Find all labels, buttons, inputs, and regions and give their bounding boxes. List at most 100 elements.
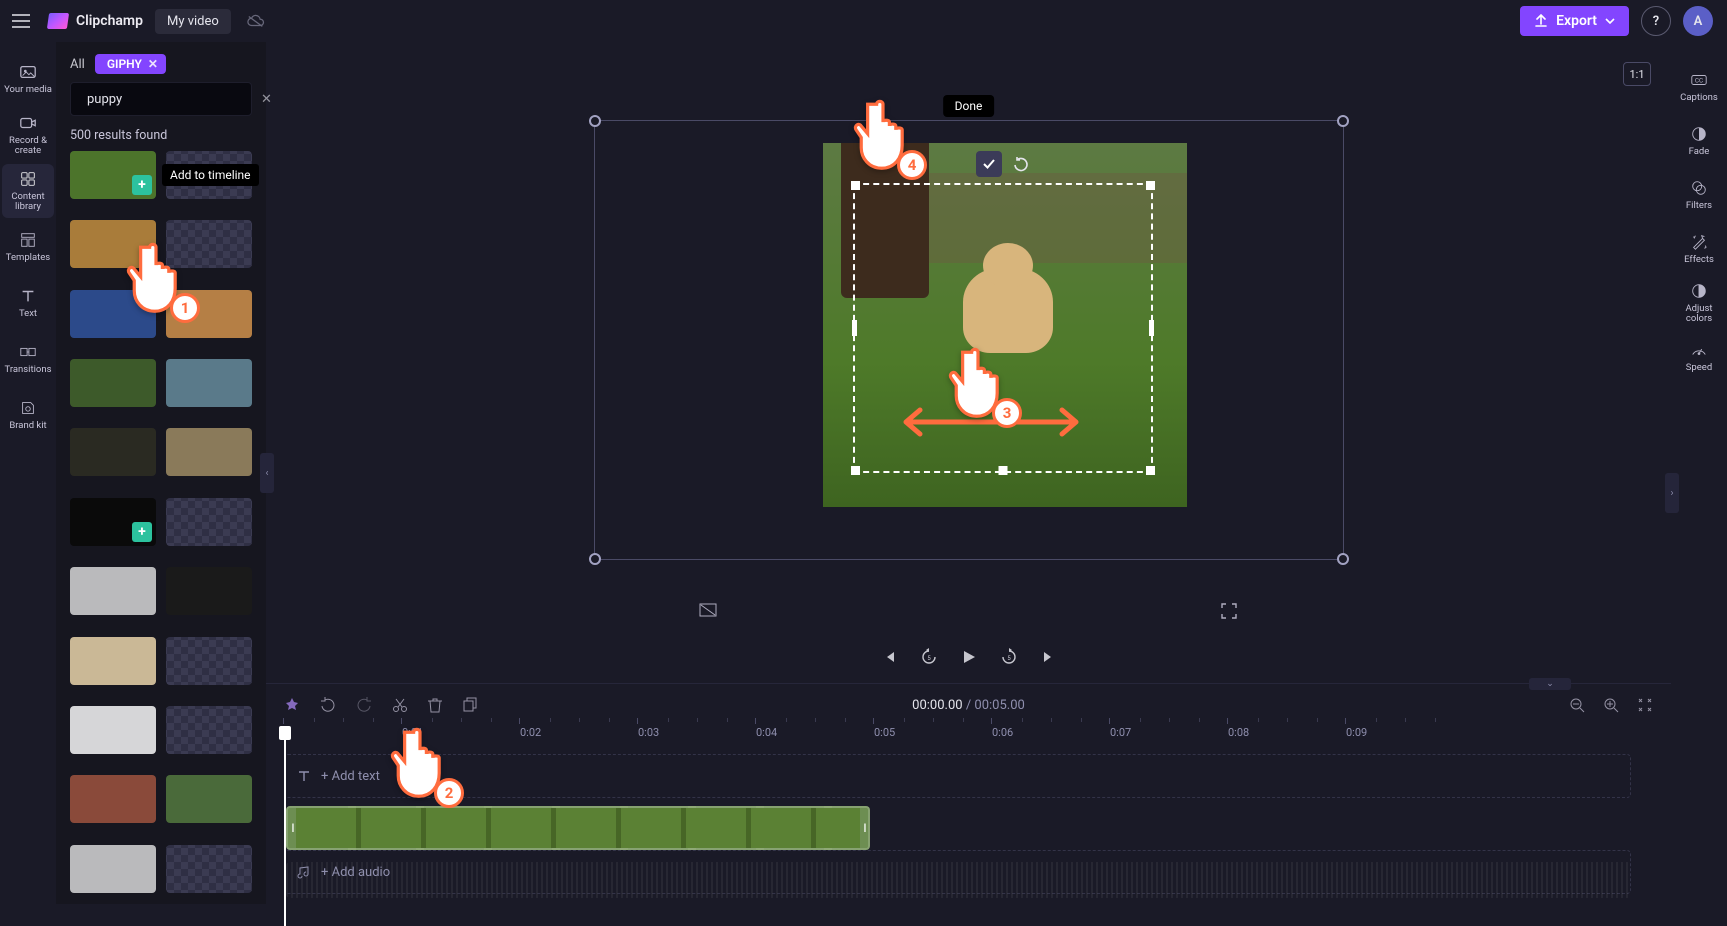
svg-text:5: 5 bbox=[927, 655, 931, 662]
result-thumb[interactable] bbox=[166, 637, 252, 685]
rr-adjust-colors[interactable]: Adjust colors bbox=[1673, 278, 1725, 328]
crop-handle[interactable] bbox=[852, 320, 857, 336]
filters-icon bbox=[1690, 179, 1708, 197]
canvas-frame[interactable]: Done bbox=[594, 120, 1344, 560]
check-icon bbox=[982, 157, 996, 171]
resize-handle[interactable] bbox=[589, 553, 601, 565]
templates-icon bbox=[19, 231, 37, 249]
audio-waveform bbox=[286, 862, 1631, 898]
result-thumb[interactable] bbox=[166, 290, 252, 338]
resize-handle[interactable] bbox=[1337, 553, 1349, 565]
result-thumb[interactable] bbox=[70, 775, 156, 823]
crop-handle[interactable] bbox=[1146, 466, 1155, 475]
upload-icon bbox=[1534, 14, 1548, 28]
timeline: ⌄ 00:00.00 / 00:05.00 00:010 bbox=[266, 683, 1671, 904]
play-button[interactable] bbox=[959, 647, 979, 667]
result-thumb[interactable] bbox=[166, 428, 252, 476]
collapse-panel-button[interactable]: ‹ bbox=[260, 453, 274, 493]
fullscreen-button[interactable] bbox=[1219, 601, 1239, 621]
rail-text[interactable]: Text bbox=[2, 276, 54, 330]
export-button[interactable]: Export bbox=[1520, 6, 1629, 36]
resize-handle[interactable] bbox=[589, 115, 601, 127]
result-thumb[interactable] bbox=[166, 845, 252, 893]
add-to-timeline-button[interactable]: + bbox=[132, 522, 152, 542]
result-thumb[interactable]: + bbox=[70, 498, 156, 546]
crop-handle[interactable] bbox=[1149, 320, 1154, 336]
timeline-ruler[interactable]: 00:010:020:030:040:050:060:070:080:09 bbox=[284, 726, 1671, 754]
collapse-right-rail-button[interactable]: › bbox=[1665, 473, 1679, 513]
result-thumb[interactable] bbox=[70, 428, 156, 476]
resize-handle[interactable] bbox=[1337, 115, 1349, 127]
rr-speed[interactable]: Speed bbox=[1673, 332, 1725, 382]
result-thumb[interactable] bbox=[70, 637, 156, 685]
next-frame-button[interactable] bbox=[1039, 647, 1059, 667]
result-thumb[interactable] bbox=[166, 775, 252, 823]
rail-your-media[interactable]: Your media bbox=[2, 52, 54, 106]
split-button[interactable] bbox=[392, 697, 408, 713]
crop-rectangle[interactable] bbox=[853, 183, 1153, 473]
skip-fwd-5-button[interactable]: 5 bbox=[999, 647, 1019, 667]
text-track[interactable]: + Add text bbox=[284, 754, 1631, 798]
result-thumb[interactable] bbox=[166, 498, 252, 546]
playhead[interactable] bbox=[284, 726, 286, 926]
redo-button[interactable] bbox=[356, 697, 372, 713]
prev-frame-button[interactable] bbox=[879, 647, 899, 667]
result-thumb[interactable] bbox=[70, 220, 156, 268]
auto-layout-button[interactable] bbox=[284, 697, 300, 713]
undo-button[interactable] bbox=[320, 697, 336, 713]
clip-trim-right[interactable]: || bbox=[860, 808, 868, 848]
crop-revert-button[interactable] bbox=[1008, 151, 1034, 177]
zoom-in-button[interactable] bbox=[1603, 697, 1619, 713]
close-icon[interactable]: ✕ bbox=[148, 57, 158, 71]
preview-clip[interactable] bbox=[823, 143, 1187, 507]
app-name: Clipchamp bbox=[76, 13, 143, 29]
preview-stage: 1:1 Done bbox=[266, 42, 1671, 637]
rr-fade[interactable]: Fade bbox=[1673, 116, 1725, 166]
duplicate-button[interactable] bbox=[462, 697, 478, 713]
crop-handle[interactable] bbox=[851, 181, 860, 190]
crop-confirm-button[interactable] bbox=[976, 151, 1002, 177]
rr-captions[interactable]: CCCaptions bbox=[1673, 62, 1725, 112]
result-thumb[interactable] bbox=[70, 706, 156, 754]
filter-chip-giphy[interactable]: GIPHY ✕ bbox=[95, 54, 166, 74]
aspect-ratio-chip[interactable]: 1:1 bbox=[1623, 62, 1651, 86]
delete-button[interactable] bbox=[428, 697, 442, 713]
ruler-tick: 0:06 bbox=[992, 726, 1013, 739]
skip-back-5-button[interactable]: 5 bbox=[919, 647, 939, 667]
rail-record-create[interactable]: Record & create bbox=[2, 108, 54, 162]
menu-button[interactable] bbox=[6, 6, 36, 36]
result-thumb[interactable] bbox=[70, 567, 156, 615]
result-thumb[interactable] bbox=[70, 290, 156, 338]
rail-content-library[interactable]: Content library bbox=[2, 164, 54, 218]
result-thumb[interactable] bbox=[166, 220, 252, 268]
result-thumb[interactable] bbox=[166, 359, 252, 407]
rail-templates[interactable]: Templates bbox=[2, 220, 54, 274]
result-thumb[interactable] bbox=[166, 567, 252, 615]
crop-handle[interactable] bbox=[998, 466, 1007, 475]
result-thumb[interactable] bbox=[70, 359, 156, 407]
result-thumb[interactable] bbox=[70, 845, 156, 893]
detach-button[interactable] bbox=[698, 601, 718, 621]
filter-all[interactable]: All bbox=[70, 57, 85, 72]
add-to-timeline-button[interactable]: + bbox=[132, 175, 152, 195]
result-thumb[interactable] bbox=[166, 706, 252, 754]
rr-filters[interactable]: Filters bbox=[1673, 170, 1725, 220]
rr-effects[interactable]: Effects bbox=[1673, 224, 1725, 274]
help-button[interactable]: ? bbox=[1641, 6, 1671, 36]
timeline-clip[interactable]: || || bbox=[286, 806, 870, 850]
crop-handle[interactable] bbox=[1146, 181, 1155, 190]
clip-trim-left[interactable]: || bbox=[288, 808, 296, 848]
right-properties-rail: CCCaptions Fade Filters Effects Adjust c… bbox=[1671, 42, 1727, 904]
result-thumb[interactable]: +Add to timeline bbox=[70, 151, 156, 199]
avatar[interactable]: A bbox=[1683, 6, 1713, 36]
media-icon bbox=[19, 63, 37, 81]
zoom-fit-button[interactable] bbox=[1637, 697, 1653, 713]
rail-transitions[interactable]: Transitions bbox=[2, 332, 54, 386]
fade-icon bbox=[1690, 125, 1708, 143]
zoom-out-button[interactable] bbox=[1569, 697, 1585, 713]
rail-brand-kit[interactable]: Brand kit bbox=[2, 388, 54, 442]
video-title[interactable]: My video bbox=[155, 9, 231, 34]
crop-handle[interactable] bbox=[851, 466, 860, 475]
search-input[interactable] bbox=[87, 92, 253, 107]
ruler-tick: 0:08 bbox=[1228, 726, 1249, 739]
